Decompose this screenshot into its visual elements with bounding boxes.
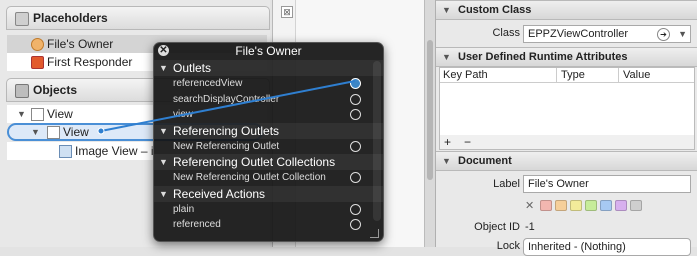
popup-section-header[interactable]: ▼ Referencing Outlets [154,122,383,139]
document-section-header[interactable]: ▼ Document [436,151,697,171]
connection-circle-icon[interactable] [350,219,361,230]
disclosure-triangle-icon[interactable]: ▼ [442,1,451,19]
label-color-swatch[interactable] [585,200,597,211]
disclosure-triangle-icon[interactable]: ▼ [442,48,451,66]
udra-header-label: User Defined Runtime Attributes [458,51,628,63]
disclosure-triangle-icon[interactable]: ▼ [17,105,26,123]
connection-item-label: referenced [173,219,221,230]
document-header-label: Document [458,155,512,167]
col-type[interactable]: Type [556,68,585,82]
objects-cube-icon [15,84,29,98]
connection-item-label: New Referencing Outlet [173,140,280,152]
disclosure-triangle-icon[interactable]: ▼ [159,123,168,139]
connection-item[interactable]: plain [154,202,372,217]
label-color-swatch[interactable] [630,200,642,211]
placeholder-cube-icon [15,12,29,26]
table-footer-bar: + − [439,135,695,150]
placeholders-section-header: Placeholders [6,6,270,30]
disclosure-triangle-icon[interactable]: ▼ [159,186,168,202]
files-owner-label: File's Owner [47,37,114,51]
label-color-swatch[interactable] [540,200,552,211]
lock-value: Inherited - (Nothing) [528,241,626,253]
label-color-swatch[interactable] [615,200,627,211]
class-combo-field[interactable]: EPPZViewController ➔ ▼ [523,25,691,43]
add-attribute-button[interactable]: + [444,135,451,149]
connection-item[interactable]: view [154,107,372,122]
scrollbar-thumb[interactable] [427,40,433,180]
disclosure-triangle-icon[interactable]: ▼ [31,123,40,141]
view-parent-label: View [47,107,73,121]
view-icon [31,108,44,121]
files-owner-icon [31,38,44,51]
connection-item[interactable]: referenced [154,217,372,232]
class-label: Class [492,27,520,39]
label-field-label: Label [493,178,520,190]
connection-circle-icon[interactable] [350,140,361,152]
popup-title: File's Owner [235,44,302,58]
object-id-label: Object ID [474,221,520,233]
connection-item-label: referencedView [173,78,243,89]
label-color-swatch[interactable] [600,200,612,211]
col-key-path[interactable]: Key Path [443,68,488,82]
popup-section-label: Referencing Outlets [173,123,280,138]
disclosure-triangle-icon[interactable]: ▼ [159,154,168,170]
label-value: File's Owner [528,178,589,190]
connection-item[interactable]: New Referencing Outlet [154,139,372,154]
popup-section-header[interactable]: ▼ Referencing Outlet Collections [154,154,383,170]
connection-item-label: searchDisplayController [173,93,280,105]
canvas-zoom-toggle-icon[interactable]: ⊠ [281,6,293,18]
connection-circle-icon[interactable] [350,93,361,105]
first-responder-label: First Responder [47,55,133,69]
lock-label: Lock [496,240,520,252]
connection-item-label: New Referencing Outlet Collection [173,172,326,183]
resize-grip-icon[interactable] [370,229,379,238]
connection-circle-icon[interactable] [350,172,361,183]
col-value[interactable]: Value [618,68,650,82]
image-view-label: Image View – i [75,144,154,158]
placeholders-header-label: Placeholders [33,11,108,25]
disclosure-triangle-icon[interactable]: ▼ [159,60,168,76]
popup-section-header[interactable]: ▼ Outlets [154,60,383,76]
label-color-swatch[interactable] [570,200,582,211]
identity-inspector: ▼ Custom Class Class EPPZViewController … [435,0,697,256]
table-header-row: Key Path Type Value [440,68,694,83]
label-text-field[interactable]: File's Owner [523,175,691,193]
connection-item-label: plain [173,203,195,215]
runtime-attributes-table[interactable]: Key Path Type Value [439,67,695,137]
first-responder-icon [31,56,44,69]
custom-class-header-label: Custom Class [458,4,532,16]
class-value: EPPZViewController [528,28,629,40]
image-view-icon [59,145,72,158]
view-icon [47,126,60,139]
view-selected-label: View [63,125,89,139]
connection-circle-icon[interactable] [350,203,361,215]
connection-item-label: view [173,109,194,120]
remove-attribute-button[interactable]: − [464,135,471,149]
connections-hud-panel[interactable]: ✕ File's Owner ▼ Outlets referencedView sea… [153,42,384,242]
popup-section-header[interactable]: ▼ Received Actions [154,185,383,202]
clear-color-icon[interactable]: ✕ [525,199,534,212]
connection-circle-icon[interactable] [350,78,361,89]
canvas-vertical-scrollbar[interactable] [424,0,435,247]
chevron-down-icon[interactable]: ▼ [678,26,687,42]
popup-section-label: Received Actions [173,186,266,201]
disclosure-triangle-icon[interactable]: ▼ [442,152,451,170]
connection-item[interactable]: New Referencing Outlet Collection [154,170,372,185]
custom-class-section-header[interactable]: ▼ Custom Class [436,0,697,20]
connection-item[interactable]: referencedView [154,76,372,91]
udra-section-header[interactable]: ▼ User Defined Runtime Attributes [436,47,697,67]
label-color-swatch[interactable] [555,200,567,211]
connection-item[interactable]: searchDisplayController [154,92,372,107]
object-id-value: -1 [525,221,535,233]
popup-section-label: Referencing Outlet Collections [173,155,336,169]
popup-section-label: Outlets [173,61,212,75]
connection-circle-icon[interactable] [350,109,361,120]
objects-header-label: Objects [33,83,78,97]
lock-popup-button[interactable]: Inherited - (Nothing) [523,238,691,256]
go-to-class-arrow-icon[interactable]: ➔ [657,28,670,41]
popup-scrollbar[interactable] [373,61,381,221]
